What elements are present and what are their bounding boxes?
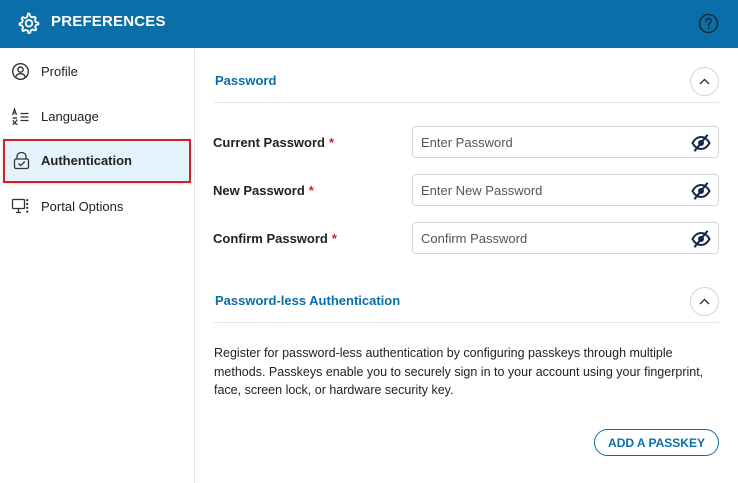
current-password-input[interactable]	[421, 134, 681, 151]
sidebar-item-label: Portal Options	[41, 199, 124, 214]
new-password-input[interactable]	[421, 182, 681, 199]
app-header: PREFERENCES	[0, 0, 738, 48]
sidebar-item-language[interactable]: Language	[0, 95, 194, 139]
chevron-up-icon	[699, 298, 710, 305]
current-password-field[interactable]	[412, 126, 719, 158]
sidebar-item-authentication[interactable]: Authentication	[3, 139, 191, 183]
help-circle-icon[interactable]	[698, 13, 719, 34]
eye-off-icon[interactable]	[691, 182, 711, 200]
passwordless-description: Register for password-less authenticatio…	[214, 346, 704, 397]
collapse-button[interactable]	[690, 67, 719, 96]
password-section-header: Password	[214, 61, 719, 103]
section-title: Password-less Authentication	[215, 293, 401, 308]
passwordless-section-header: Password-less Authentication	[214, 281, 719, 323]
collapse-button[interactable]	[690, 287, 719, 316]
sidebar-item-portal-options[interactable]: Portal Options	[0, 185, 194, 229]
sidebar-item-profile[interactable]: Profile	[0, 50, 194, 94]
page-title: PREFERENCES	[51, 13, 166, 30]
sidebar-item-label: Profile	[41, 64, 78, 79]
section-title: Password	[215, 73, 277, 88]
sidebar-nav: Profile Language Authentication Portal O…	[0, 48, 195, 483]
main-content: Password Current Password * New Password *…	[196, 48, 738, 483]
translate-icon	[11, 107, 29, 126]
sidebar-item-label: Authentication	[41, 153, 132, 168]
confirm-password-label: Confirm Password *	[213, 231, 337, 246]
current-password-label: Current Password *	[213, 135, 335, 150]
add-passkey-button[interactable]: ADD A PASSKEY	[594, 429, 719, 456]
chevron-up-icon	[699, 78, 710, 85]
new-password-label: New Password *	[213, 183, 314, 198]
new-password-field[interactable]	[412, 174, 719, 206]
gear-icon[interactable]	[16, 11, 40, 35]
eye-off-icon[interactable]	[691, 230, 711, 248]
confirm-password-field[interactable]	[412, 222, 719, 254]
user-circle-icon	[11, 62, 30, 81]
confirm-password-input[interactable]	[421, 230, 681, 247]
lock-icon	[13, 151, 30, 170]
eye-off-icon[interactable]	[691, 134, 711, 152]
monitor-icon	[11, 198, 29, 214]
sidebar-item-label: Language	[41, 109, 99, 124]
